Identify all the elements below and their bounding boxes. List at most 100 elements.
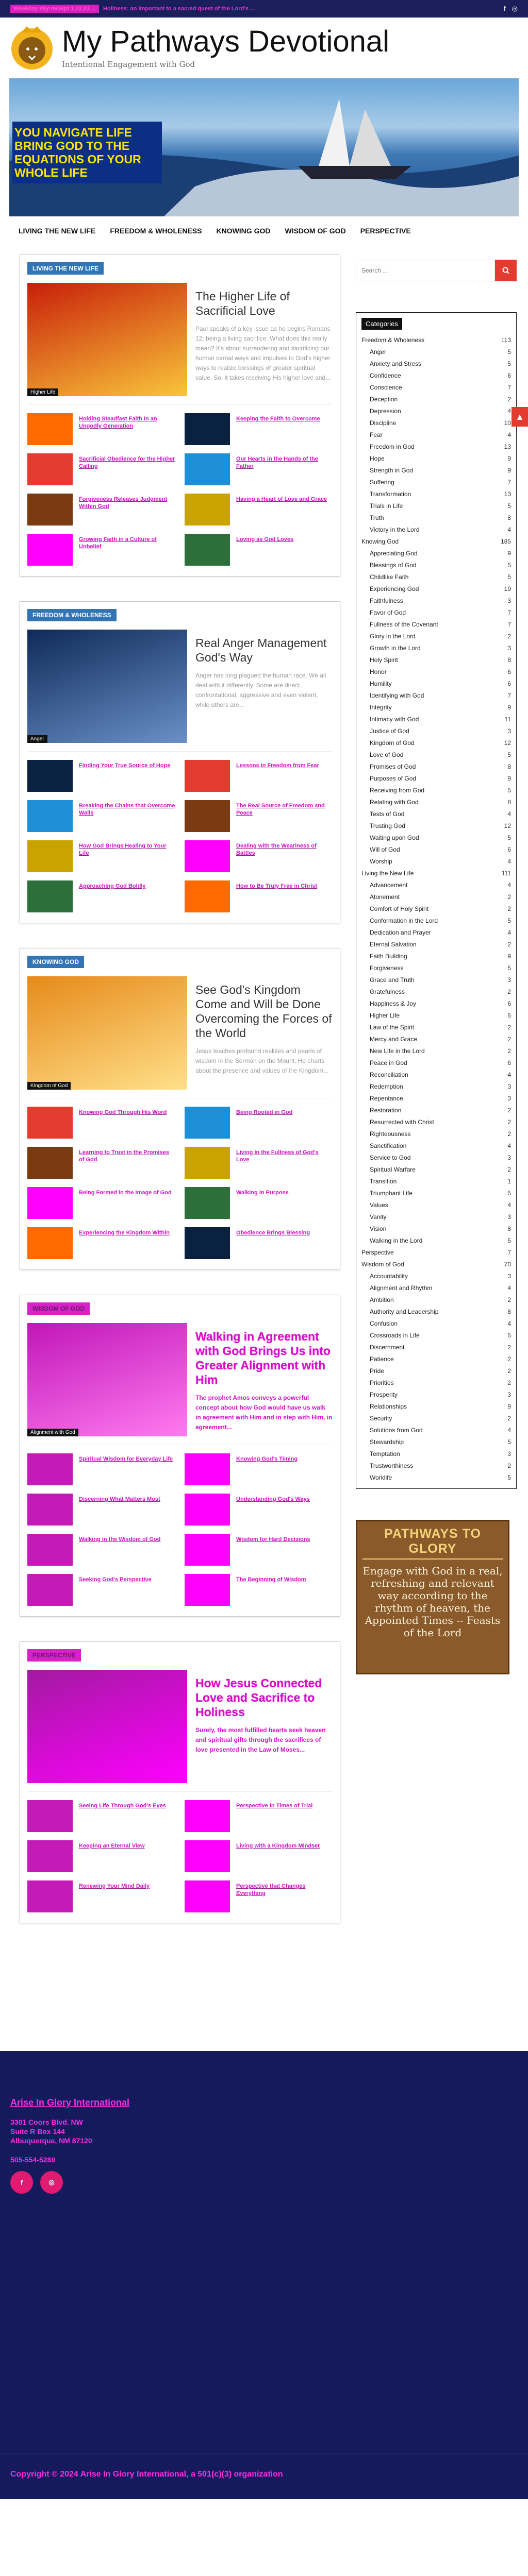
category-item[interactable]: Transformation 13 (361, 488, 511, 500)
category-name[interactable]: Law of the Spirit (370, 1024, 414, 1031)
category-name[interactable]: Growth in the Lord (370, 645, 421, 652)
instagram-icon[interactable]: ◎ (512, 5, 518, 13)
category-name[interactable]: Righteousness (370, 1130, 410, 1138)
topbar-link-1[interactable]: Weekday sky receipt 1.22.23 ... (10, 5, 100, 13)
category-item[interactable]: New Life in the Lord 2 (361, 1045, 511, 1057)
category-item[interactable]: Growth in the Lord 3 (361, 642, 511, 654)
category-item[interactable]: Waiting upon God 5 (361, 832, 511, 843)
post-thumbnail[interactable] (27, 760, 73, 792)
category-name[interactable]: Temptation (370, 1450, 400, 1458)
post-title[interactable]: Obedience Brings Blessing (236, 1227, 310, 1236)
category-item[interactable]: Ambition 2 (361, 1294, 511, 1306)
post-item[interactable]: Renewing Your Mind Daily (27, 1880, 175, 1912)
featured-image[interactable] (27, 1670, 187, 1783)
post-title[interactable]: Seeking God's Perspective (79, 1574, 152, 1583)
featured-title[interactable]: How Jesus Connected Love and Sacrifice t… (195, 1676, 333, 1719)
category-item[interactable]: Childlike Faith 5 (361, 571, 511, 583)
post-thumbnail[interactable] (185, 1147, 230, 1179)
post-item[interactable]: How God Brings Healing to Your Life (27, 840, 175, 872)
category-name[interactable]: Favor of God (370, 609, 406, 616)
category-name[interactable]: Trials in Life (370, 502, 403, 510)
category-item[interactable]: Security 2 (361, 1412, 511, 1424)
category-item[interactable]: Favor of God 7 (361, 606, 511, 618)
section-label[interactable]: KNOWING GOD (27, 956, 84, 968)
post-item[interactable]: Seeking God's Perspective (27, 1574, 175, 1606)
category-name[interactable]: Identifying with God (370, 692, 424, 699)
post-title[interactable]: Dealing with the Weariness of Battles (236, 840, 333, 857)
post-title[interactable]: Our Hearts in the Hands of the Father (236, 453, 333, 470)
category-name[interactable]: Walking in the Lord (370, 1237, 422, 1244)
category-item[interactable]: Atonement 2 (361, 891, 511, 903)
category-name[interactable]: Redemption (370, 1083, 403, 1090)
category-item[interactable]: Temptation 3 (361, 1448, 511, 1460)
post-item[interactable]: Forgiveness Releases Judgment Within God (27, 494, 175, 526)
post-title[interactable]: Lessons in Freedom from Fear (236, 760, 319, 769)
post-item[interactable]: Growing Faith in a Culture of Unbelief (27, 534, 175, 566)
featured-image[interactable]: Anger (27, 630, 187, 743)
category-item[interactable]: Authority and Leadership 8 (361, 1306, 511, 1317)
post-thumbnail[interactable] (185, 880, 230, 912)
category-item[interactable]: Fullness of the Covenant 7 (361, 618, 511, 630)
post-item[interactable]: Understanding God's Ways (185, 1494, 333, 1526)
category-item[interactable]: Grace and Truth 3 (361, 974, 511, 986)
category-item[interactable]: Higher Life 5 (361, 1009, 511, 1021)
category-item[interactable]: Promises of God 8 (361, 760, 511, 772)
category-name[interactable]: Authority and Leadership (370, 1308, 438, 1315)
category-item[interactable]: Strength in God 9 (361, 464, 511, 476)
post-thumbnail[interactable] (185, 1534, 230, 1566)
featured-image[interactable]: Kingdom of God (27, 976, 187, 1090)
category-name[interactable]: Experiencing God (370, 585, 419, 592)
category-name[interactable]: Solutions from God (370, 1427, 423, 1434)
category-name[interactable]: Discipline (370, 419, 396, 427)
category-name[interactable]: Anger (370, 348, 386, 355)
category-name[interactable]: Eternal Salvation (370, 941, 417, 948)
search-button[interactable] (495, 260, 517, 281)
category-name[interactable]: Honor (370, 668, 387, 675)
category-name[interactable]: Mercy and Grace (370, 1036, 417, 1043)
featured-title[interactable]: Walking in Agreement with God Brings Us … (195, 1329, 333, 1387)
post-item[interactable]: The Real Source of Freedom and Peace (185, 800, 333, 832)
category-name[interactable]: Pride (370, 1367, 384, 1375)
nav-living-the-new-life[interactable]: LIVING THE NEW LIFE (19, 227, 95, 235)
post-title[interactable]: Growing Faith in a Culture of Unbelief (79, 534, 175, 550)
post-thumbnail[interactable] (27, 800, 73, 832)
category-name[interactable]: Confusion (370, 1320, 398, 1327)
category-name[interactable]: Freedom in God (370, 443, 415, 450)
category-name[interactable]: Freedom & Wholeness (361, 336, 424, 344)
post-item[interactable]: Lessons in Freedom from Fear (185, 760, 333, 792)
post-title[interactable]: How to Be Truly Free in Christ (236, 880, 317, 890)
category-item[interactable]: Truth 8 (361, 512, 511, 523)
section-label[interactable]: FREEDOM & WHOLENESS (27, 609, 117, 621)
category-name[interactable]: Values (370, 1201, 388, 1209)
post-thumbnail[interactable] (27, 1880, 73, 1912)
post-title[interactable]: Knowing God's Timing (236, 1453, 298, 1463)
post-item[interactable]: Learning to Trust in the Promises of God (27, 1147, 175, 1179)
post-item[interactable]: Approaching God Boldly (27, 880, 175, 912)
post-item[interactable]: Loving as God Loves (185, 534, 333, 566)
category-name[interactable]: Suffering (370, 479, 394, 486)
post-thumbnail[interactable] (185, 453, 230, 485)
footer-org[interactable]: Arise In Glory International (10, 2097, 528, 2108)
category-item[interactable]: Appreciating God 9 (361, 547, 511, 559)
category-item[interactable]: Vision 8 (361, 1223, 511, 1234)
post-title[interactable]: Learning to Trust in the Promises of God (79, 1147, 175, 1163)
post-title[interactable]: Discerning What Matters Most (79, 1494, 160, 1503)
site-title[interactable]: My Pathways Devotional (62, 27, 389, 57)
post-item[interactable]: Being Rooted in God (185, 1107, 333, 1139)
category-name[interactable]: Service to God (370, 1154, 410, 1161)
post-title[interactable]: Walking in the Wisdom of God (79, 1534, 160, 1543)
category-item[interactable]: Alignment and Rhythm 4 (361, 1282, 511, 1294)
category-name[interactable]: Sanctification (370, 1142, 406, 1149)
category-name[interactable]: Deception (370, 396, 398, 403)
category-name[interactable]: Comfort of Holy Spirit (370, 905, 428, 912)
category-item[interactable]: Redemption 3 (361, 1080, 511, 1092)
category-name[interactable]: Tests of God (370, 810, 404, 818)
category-item[interactable]: Values 4 (361, 1199, 511, 1211)
category-item[interactable]: Crossroads in Life 5 (361, 1329, 511, 1341)
post-thumbnail[interactable] (185, 1187, 230, 1219)
category-item[interactable]: Mercy and Grace 2 (361, 1033, 511, 1045)
section-label[interactable]: WISDOM OF GOD (27, 1302, 90, 1315)
featured-tag[interactable]: Higher Life (27, 388, 59, 396)
post-title[interactable]: Having a Heart of Love and Grace (236, 494, 327, 503)
category-name[interactable]: Relating with God (370, 799, 419, 806)
